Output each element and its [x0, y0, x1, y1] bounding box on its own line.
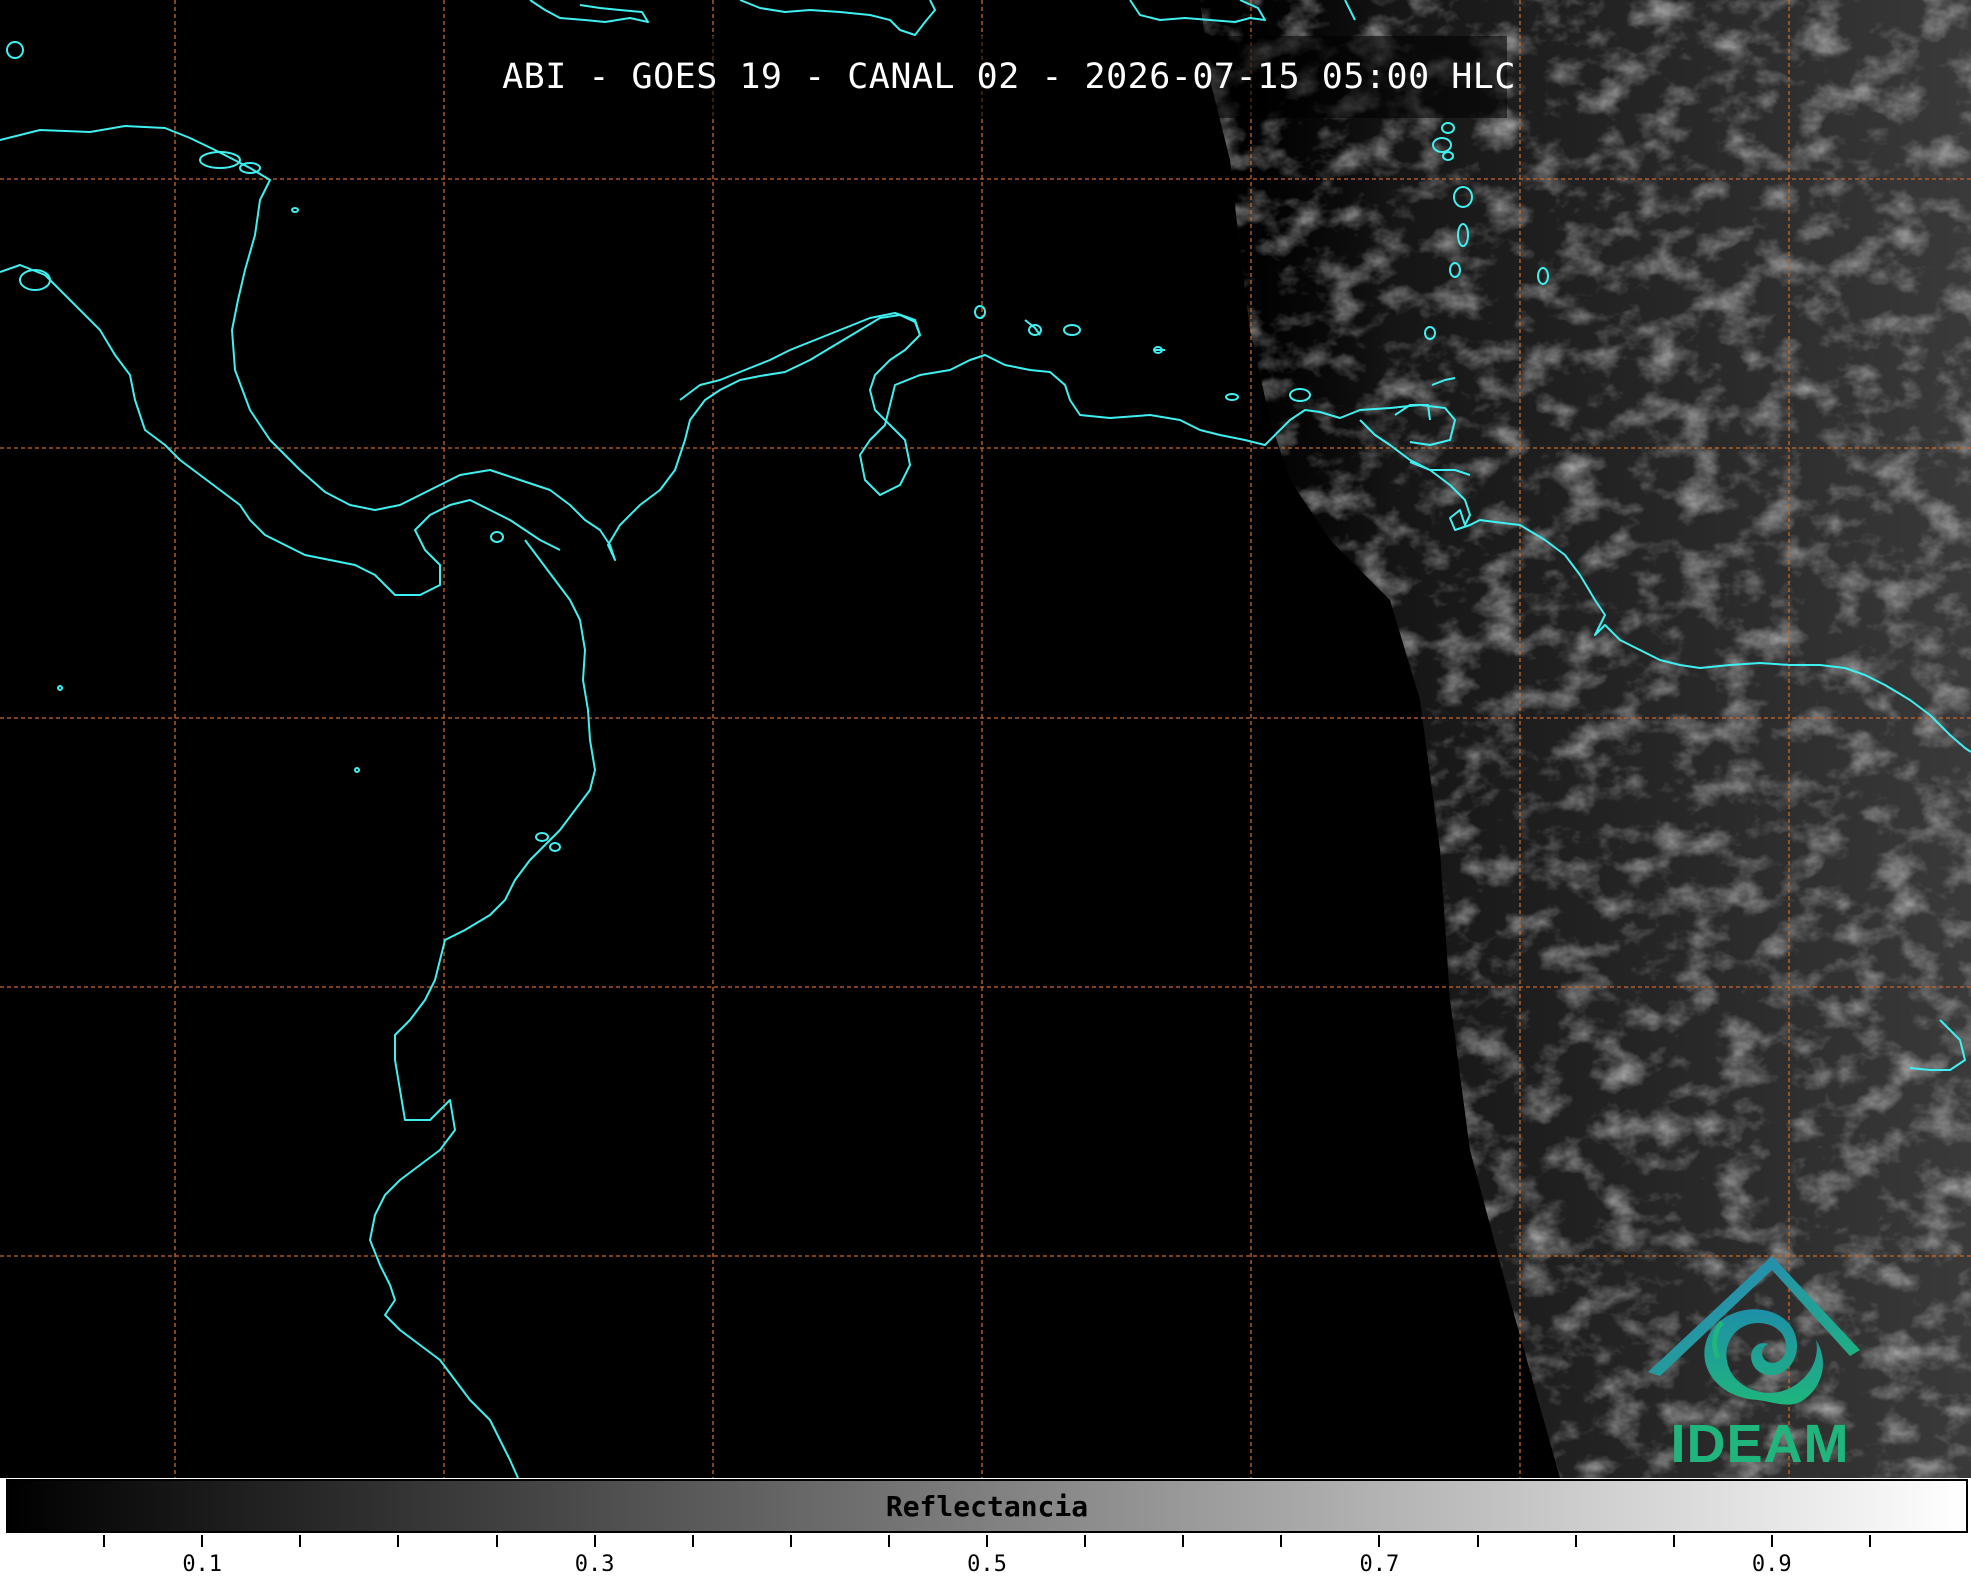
colorbar-tick — [593, 1535, 596, 1547]
ideam-logo: IDEAM — [1640, 1250, 1880, 1475]
colorbar-tick-label: 0.5 — [967, 1552, 1007, 1577]
colorbar-tick — [789, 1535, 792, 1547]
colorbar-tick — [1770, 1535, 1773, 1547]
colorbar-tick — [201, 1535, 204, 1547]
colorbar-tick-label: 0.1 — [182, 1552, 223, 1577]
colorbar-tick — [495, 1535, 498, 1547]
ideam-logo-text: IDEAM — [1670, 1414, 1850, 1474]
satellite-map: ABI - GOES 19 - CANAL 02 - 2026-07-15 05… — [0, 0, 1971, 1478]
colorbar-tick — [1868, 1535, 1871, 1547]
colorbar-axis: 0.1 0.3 0.5 0.7 0.9 — [0, 1533, 1971, 1577]
colorbar-tick — [1476, 1535, 1479, 1547]
colorbar-tick — [397, 1535, 400, 1547]
colorbar-tick — [691, 1535, 694, 1547]
reflectance-colorbar: Reflectancia — [6, 1479, 1968, 1533]
colorbar-tick-label: 0.7 — [1359, 1552, 1400, 1577]
colorbar-tick — [1084, 1535, 1087, 1547]
colorbar-label: Reflectancia — [885, 1489, 1089, 1523]
colorbar-tick — [1280, 1535, 1283, 1547]
colorbar-tick — [986, 1535, 988, 1547]
colorbar-tick — [887, 1535, 890, 1547]
ideam-emblem-icon — [1648, 1256, 1860, 1405]
colorbar-tick — [299, 1535, 302, 1547]
colorbar-tick-label: 0.9 — [1751, 1552, 1792, 1577]
colorbar-tick — [1672, 1535, 1675, 1547]
colorbar-tick-label: 0.3 — [574, 1552, 615, 1577]
colorbar-tick — [1182, 1535, 1185, 1547]
colorbar-tick — [1574, 1535, 1577, 1547]
colorbar-tick — [103, 1535, 106, 1547]
colorbar-tick — [1378, 1535, 1381, 1547]
map-title: ABI - GOES 19 - CANAL 02 - 2026-07-15 05… — [502, 36, 1515, 118]
